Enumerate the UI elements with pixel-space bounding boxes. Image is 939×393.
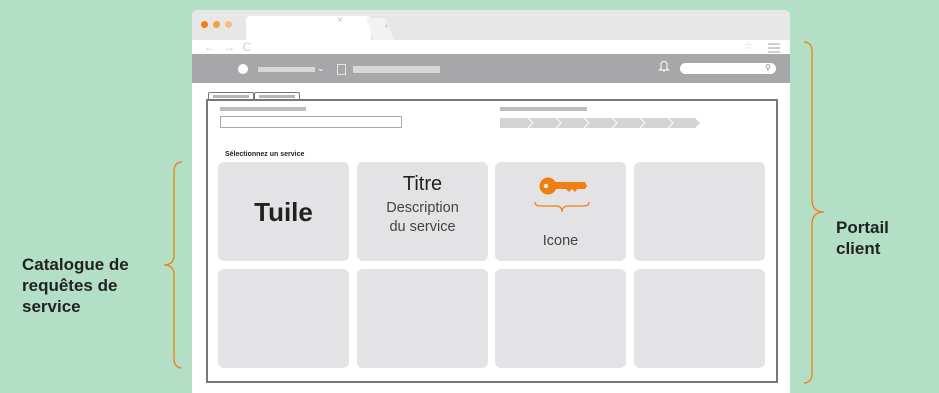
icon-brace	[534, 201, 590, 213]
tile-tuile[interactable]: Tuile	[218, 162, 349, 261]
tile-empty-8[interactable]	[634, 269, 765, 368]
progress-steps	[500, 117, 700, 129]
browser-tab[interactable]	[246, 16, 371, 40]
portail-label: Portail client	[836, 218, 889, 258]
page-title: Sélectionnez un service	[225, 151, 305, 158]
key-icon	[539, 177, 587, 195]
address-bar[interactable]	[192, 40, 790, 54]
text-field[interactable]	[220, 116, 402, 128]
tile-title-label: Titre	[402, 173, 443, 195]
tile-icone-label: Icone	[542, 233, 579, 249]
chevron-down-icon[interactable]: ⌄	[317, 63, 325, 74]
tile-description-label: Description du service	[386, 200, 459, 235]
tab-close-icon[interactable]: ×	[337, 15, 343, 26]
header-nav-placeholder[interactable]	[353, 66, 440, 73]
tile-icone[interactable]: Icone	[495, 162, 626, 261]
tile-empty-7[interactable]	[495, 269, 626, 368]
field-label-placeholder	[220, 107, 306, 111]
left-brace	[163, 161, 183, 369]
right-brace	[803, 41, 825, 384]
progress-label-placeholder	[500, 107, 587, 111]
close-window-dot[interactable]	[201, 21, 208, 28]
tile-empty-6[interactable]	[357, 269, 488, 368]
user-menu-placeholder[interactable]	[258, 67, 315, 72]
tile-titre[interactable]: Titre Description du service	[357, 162, 488, 261]
tile-empty-5[interactable]	[218, 269, 349, 368]
star-icon[interactable]: ☆	[744, 41, 753, 52]
bell-icon[interactable]	[658, 60, 670, 73]
tile-empty-4[interactable]	[634, 162, 765, 261]
book-icon[interactable]	[337, 64, 346, 75]
maximize-window-dot[interactable]	[225, 21, 232, 28]
browser-window: × + ← → C ☆ ⌄ ⚲ Sélectionnez un service …	[192, 10, 790, 393]
avatar-icon[interactable]	[238, 64, 248, 74]
navigation-icons[interactable]: ← → C	[204, 40, 253, 54]
tile-tuile-label: Tuile	[254, 197, 313, 227]
minimize-window-dot[interactable]	[213, 21, 220, 28]
search-icon[interactable]: ⚲	[765, 63, 771, 72]
catalogue-label: Catalogue de requêtes de service	[22, 255, 129, 316]
search-input[interactable]	[680, 63, 776, 74]
plus-icon: +	[384, 21, 390, 31]
